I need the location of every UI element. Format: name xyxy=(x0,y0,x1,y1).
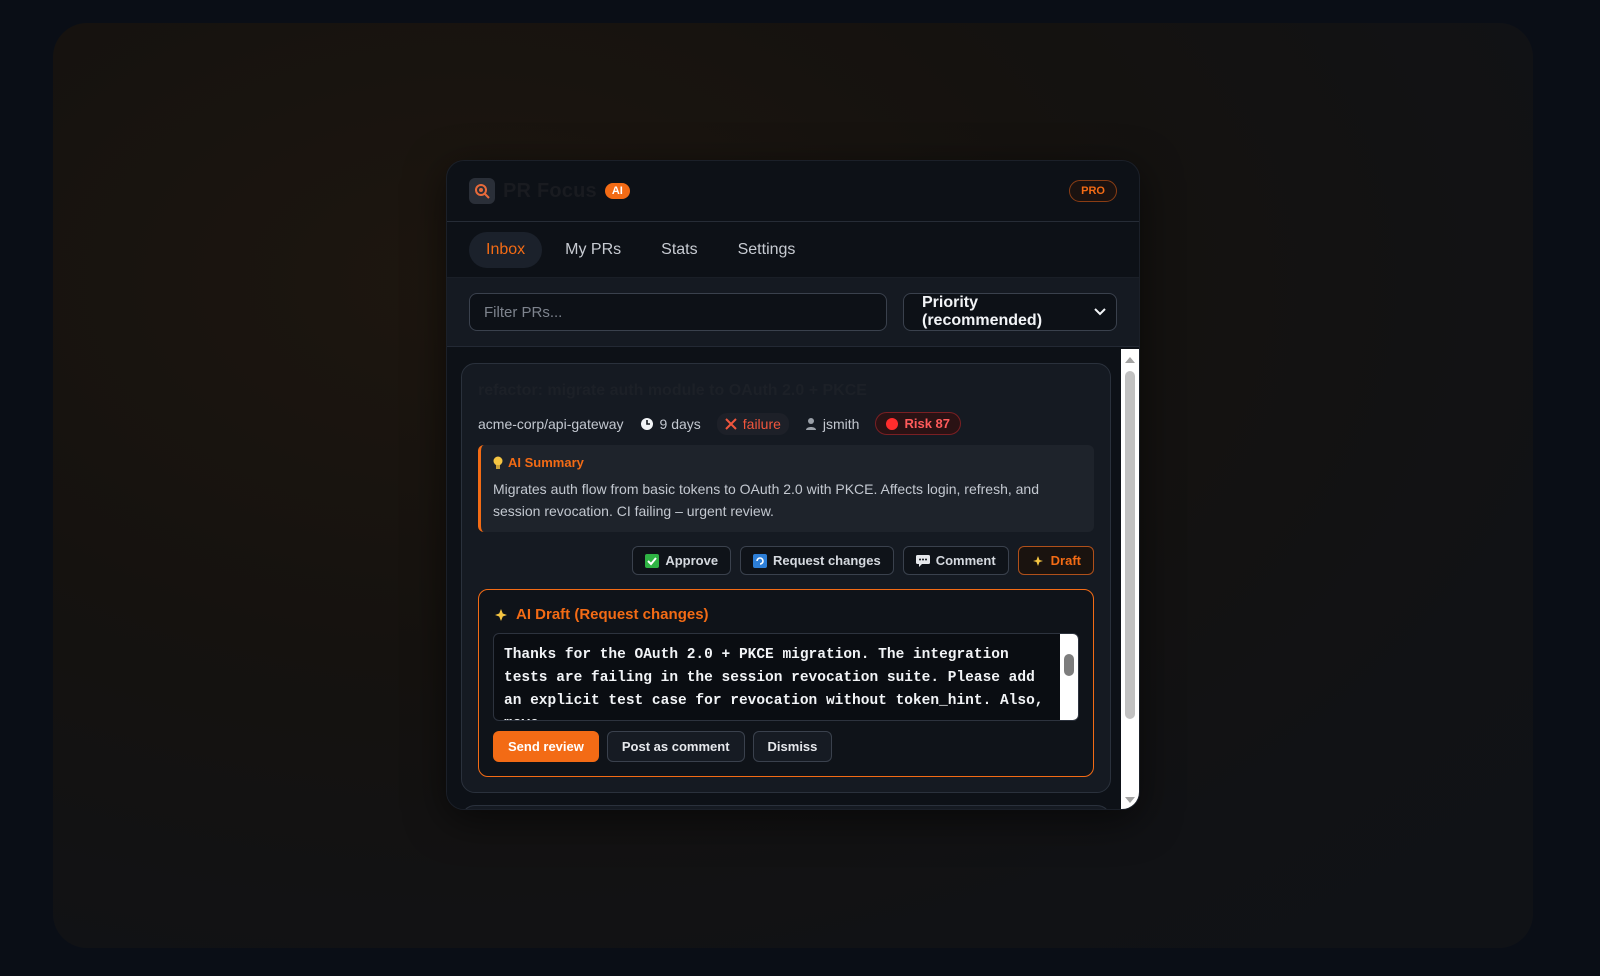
user-icon xyxy=(805,417,817,430)
ai-draft-header: AI Draft (Request changes) xyxy=(493,606,1079,623)
pr-age-text: 9 days xyxy=(659,415,701,432)
draft-button[interactable]: Draft xyxy=(1017,546,1094,575)
sort-select[interactable]: Priority (recommended) xyxy=(903,293,1117,331)
ci-status-badge: failure xyxy=(716,412,789,435)
pro-badge[interactable]: PRO xyxy=(1069,180,1117,202)
approve-label: Approve xyxy=(665,553,719,568)
draft-actions: Send review Post as comment Dismiss xyxy=(493,731,1079,762)
ai-badge: AI xyxy=(604,183,630,199)
risk-text: Risk 87 xyxy=(904,416,951,431)
pr-card-next[interactable] xyxy=(461,805,1111,809)
pr-meta: acme-corp/api-gateway 9 days failure jsm… xyxy=(478,412,1094,435)
chevron-down-icon xyxy=(1094,308,1106,316)
ai-summary-text: Migrates auth flow from basic tokens to … xyxy=(493,481,1040,519)
check-icon xyxy=(645,553,660,568)
draft-scroll-thumb[interactable] xyxy=(1064,654,1074,676)
post-comment-button[interactable]: Post as comment xyxy=(606,731,745,762)
sparkles-icon xyxy=(1031,554,1045,568)
ai-summary-label: AI Summary xyxy=(508,455,584,470)
filter-input[interactable] xyxy=(469,293,887,331)
comment-button[interactable]: Comment xyxy=(902,546,1009,575)
request-changes-button[interactable]: Request changes xyxy=(740,546,894,575)
ai-summary-header: AI Summary xyxy=(493,455,1080,470)
draft-scrollbar[interactable] xyxy=(1060,634,1078,720)
tab-settings[interactable]: Settings xyxy=(721,232,813,268)
tab-stats[interactable]: Stats xyxy=(644,232,714,268)
draft-label: Draft xyxy=(1050,553,1081,568)
send-review-button[interactable]: Send review xyxy=(493,731,599,762)
sort-select-value: Priority (recommended) xyxy=(922,294,1043,329)
pr-age: 9 days xyxy=(640,416,701,432)
app-title: PR Focus xyxy=(503,179,597,202)
scroll-up-icon[interactable] xyxy=(1125,357,1135,363)
comment-icon xyxy=(915,554,930,567)
scroll-down-icon[interactable] xyxy=(1125,797,1135,803)
ai-draft-panel: AI Draft (Request changes) Thanks for th… xyxy=(478,589,1094,777)
list-scrollbar[interactable] xyxy=(1121,349,1139,809)
clock-icon xyxy=(640,417,654,431)
request-changes-label: Request changes xyxy=(773,553,881,568)
extension-popup: PR Focus AI PRO Inbox My PRs Stats Setti… xyxy=(446,160,1140,810)
pr-title[interactable]: refactor: migrate auth module to OAuth 2… xyxy=(478,382,1094,400)
tab-inbox[interactable]: Inbox xyxy=(469,231,543,268)
review-actions: Approve Request changes Comment Draft xyxy=(478,546,1094,575)
tab-my-prs[interactable]: My PRs xyxy=(548,232,638,268)
pr-card[interactable]: refactor: migrate auth module to OAuth 2… xyxy=(461,363,1111,793)
tab-bar: Inbox My PRs Stats Settings xyxy=(447,222,1139,278)
draft-text: Thanks for the OAuth 2.0 + PKCE migratio… xyxy=(504,647,1044,720)
pr-list: refactor: migrate auth module to OAuth 2… xyxy=(447,349,1123,809)
risk-badge: Risk 87 xyxy=(875,412,962,435)
ai-summary: AI Summary Migrates auth flow from basic… xyxy=(478,445,1094,532)
ai-draft-title: AI Draft (Request changes) xyxy=(516,606,709,623)
header: PR Focus AI PRO xyxy=(447,161,1139,222)
repo-name: acme-corp/api-gateway xyxy=(478,415,624,432)
search-logo-icon xyxy=(469,178,495,204)
pr-author: jsmith xyxy=(805,415,860,432)
approve-button[interactable]: Approve xyxy=(632,546,732,575)
draft-textarea[interactable]: Thanks for the OAuth 2.0 + PKCE migratio… xyxy=(493,633,1079,721)
filter-bar: Priority (recommended) xyxy=(447,278,1139,347)
ci-status-text: failure xyxy=(742,415,781,432)
scroll-thumb[interactable] xyxy=(1125,371,1135,719)
sparkles-icon xyxy=(493,607,509,623)
risk-dot-icon xyxy=(886,417,899,430)
brand: PR Focus AI xyxy=(469,178,630,204)
close-icon xyxy=(725,417,737,430)
comment-label: Comment xyxy=(935,553,996,568)
author-name: jsmith xyxy=(822,415,860,432)
lightbulb-icon xyxy=(493,456,503,470)
dismiss-button[interactable]: Dismiss xyxy=(752,731,833,762)
refresh-icon xyxy=(753,553,768,568)
